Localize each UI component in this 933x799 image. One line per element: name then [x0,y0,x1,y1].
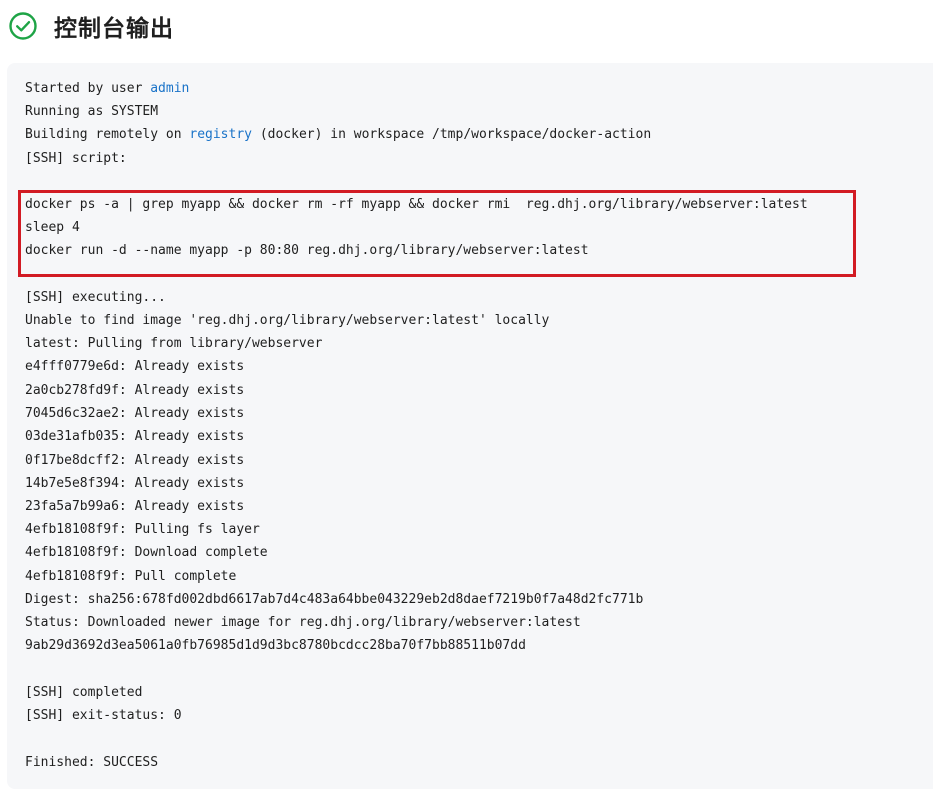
page-title: 控制台输出 [54,16,174,42]
output-line: [SSH] executing... [25,290,166,305]
output-line: latest: Pulling from library/webserver [25,336,323,351]
script-line: sleep 4 [25,220,80,235]
node-link-registry[interactable]: registry [189,127,252,142]
console-output: Started by user admin Running as SYSTEM … [7,63,933,789]
output-line: 7045d6c32ae2: Already exists [25,406,245,421]
user-link-admin[interactable]: admin [150,81,189,96]
output-line: 4efb18108f9f: Pulling fs layer [25,522,260,537]
console-line-exit-status: [SSH] exit-status: 0 [25,708,182,723]
output-line: 9ab29d3692d3ea5061a0fb76985d1d9d3bc8780b… [25,638,526,653]
output-line: 4efb18108f9f: Pull complete [25,569,237,584]
output-line: Digest: sha256:678fd002dbd6617ab7d4c483a… [25,592,644,607]
output-line: 03de31afb035: Already exists [25,429,245,444]
console-line-finished: Finished: SUCCESS [25,755,159,770]
output-line: 4efb18108f9f: Download complete [25,545,268,560]
output-line: 23fa5a7b99a6: Already exists [25,499,245,514]
console-line-building: Building remotely on registry (docker) i… [25,126,651,144]
check-circle-icon [8,11,38,41]
output-line: 2a0cb278fd9f: Already exists [25,383,245,398]
output-line: 14b7e5e8f394: Already exists [25,476,245,491]
output-line: Unable to find image 'reg.dhj.org/librar… [25,313,550,328]
output-line: 0f17be8dcff2: Already exists [25,453,245,468]
console-line-ssh-script: [SSH] script: [25,151,127,166]
page-header: 控制台输出 [8,10,174,42]
output-line: Status: Downloaded newer image for reg.d… [25,615,581,630]
console-text: Building remotely on [25,127,190,142]
script-line: docker ps -a | grep myapp && docker rm -… [25,197,808,212]
console-text: (docker) in workspace /tmp/workspace/doc… [252,127,652,142]
console-line-ssh-completed: [SSH] completed [25,685,143,700]
script-line: docker run -d --name myapp -p 80:80 reg.… [25,243,589,258]
console-text: Started by user [25,81,151,96]
console-line-started-by: Started by user admin [25,80,189,98]
console-line-running-as: Running as SYSTEM [25,104,159,119]
output-line: e4fff0779e6d: Already exists [25,359,245,374]
